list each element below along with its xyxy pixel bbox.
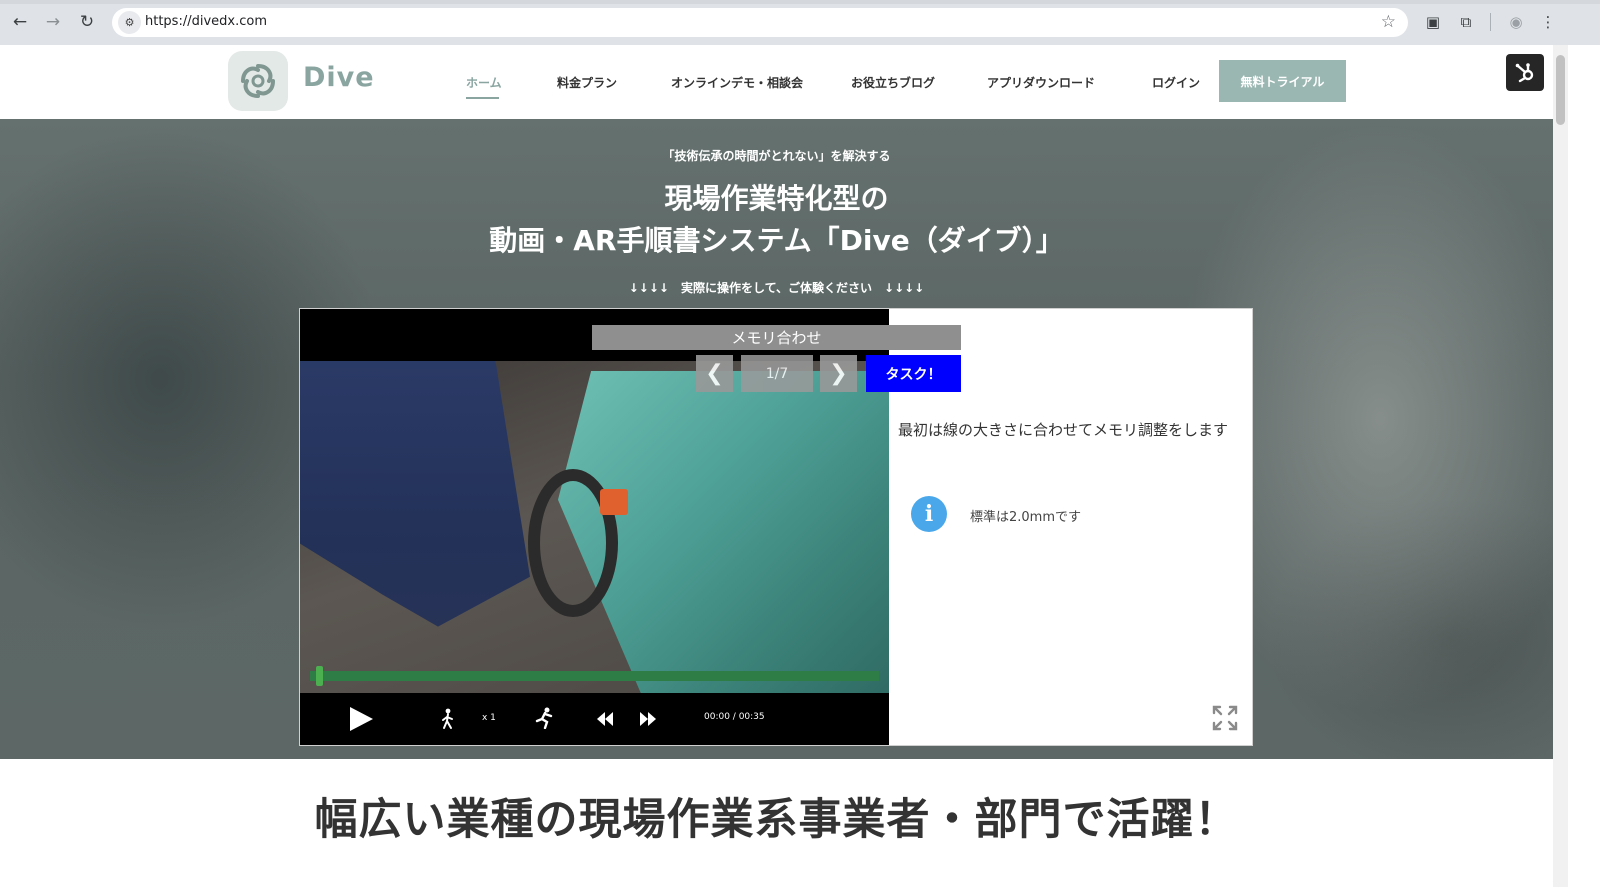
info-icon: i (911, 496, 947, 532)
page: Dive ホーム 料金プラン オンラインデモ・相談会 お役立ちブログ アプリダウ… (0, 45, 1553, 887)
toolbar-divider (1490, 13, 1491, 31)
fast-forward-icon[interactable] (637, 709, 659, 729)
video-progress-bar[interactable] (310, 671, 879, 681)
video-time: 00:00 / 00:35 (704, 712, 765, 722)
nav-online-demo[interactable]: オンラインデモ・相談会 (671, 74, 803, 91)
nav-home[interactable]: ホーム (466, 74, 502, 91)
extensions-icon[interactable]: ⧉ (1456, 12, 1476, 32)
forward-icon[interactable]: → (41, 10, 65, 34)
hero-title-line1: 現場作業特化型の (664, 182, 889, 215)
fullscreen-icon[interactable] (1211, 704, 1239, 732)
step-prev-button[interactable]: ❮ (696, 355, 733, 392)
hero-hint: ↓↓↓↓ 実際に操作をして、ご体験ください ↓↓↓↓ (628, 281, 925, 295)
video-controls: x 1 00:00 / 00:35 (300, 693, 889, 745)
step-title: メモリ合わせ (592, 325, 961, 350)
hero-eyebrow: 「技術伝承の時間がとれない」を解決する (662, 149, 891, 163)
video-progress-knob[interactable] (315, 666, 323, 686)
slow-walk-icon[interactable] (438, 707, 458, 731)
site-header: Dive ホーム 料金プラン オンラインデモ・相談会 お役立ちブログ アプリダウ… (0, 45, 1553, 119)
free-trial-button[interactable]: 無料トライアル (1219, 60, 1346, 102)
side-panel-gutter (1568, 45, 1600, 887)
reload-icon[interactable]: ↻ (75, 10, 99, 34)
chevron-right-icon: ❯ (829, 361, 848, 386)
page-scrollbar[interactable] (1553, 45, 1568, 887)
tab-search-icon[interactable]: ▣ (1423, 12, 1443, 32)
tab-strip (0, 0, 1600, 4)
browser-toolbar: ← → ↻ ⚙ https://divedx.com ☆ ▣ ⧉ ◉ ⋮ (0, 0, 1600, 45)
video-frame[interactable] (300, 361, 889, 693)
nav-app-download[interactable]: アプリダウンロード (987, 74, 1095, 91)
video-worker-figure (300, 361, 530, 627)
hero-section: 「技術伝承の時間がとれない」を解決する 現場作業特化型の 動画・AR手順書システ… (0, 119, 1553, 759)
rewind-icon[interactable] (594, 709, 616, 729)
scrollbar-thumb[interactable] (1556, 55, 1565, 125)
playback-speed[interactable]: x 1 (482, 713, 496, 723)
nav-blog[interactable]: お役立ちブログ (851, 74, 935, 91)
step-next-button[interactable]: ❯ (820, 355, 857, 392)
chevron-left-icon: ❮ (705, 361, 724, 386)
section-title: 幅広い業種の現場作業系事業者・部門で活躍！ (314, 795, 1239, 845)
menu-icon[interactable]: ⋮ (1538, 12, 1558, 32)
video-handle (600, 489, 628, 515)
hero-title-line2: 動画・AR手順書システム「Dive（ダイブ）」 (489, 224, 1064, 257)
demo-player-widget: x 1 00:00 / 00:35 メモリ合わせ ❮ 1/7 ❯ タスク！ 最初… (299, 308, 1253, 746)
profile-icon[interactable]: ◉ (1506, 12, 1526, 32)
back-icon[interactable]: ← (8, 10, 32, 34)
logo-swirl-icon[interactable] (228, 51, 288, 111)
step-description: 最初は線の大きさに合わせてメモリ調整をします (898, 421, 1229, 439)
info-text: 標準は2.0mmです (970, 510, 1082, 525)
nav-pricing[interactable]: 料金プラン (557, 74, 617, 91)
url-text[interactable]: https://divedx.com (145, 14, 267, 29)
address-bar[interactable]: ⚙ https://divedx.com ☆ (112, 8, 1408, 37)
nav-active-underline (466, 97, 499, 99)
bookmark-star-icon[interactable]: ☆ (1381, 12, 1396, 32)
hubspot-icon[interactable] (1506, 54, 1544, 91)
site-info-icon[interactable]: ⚙ (118, 11, 141, 34)
fast-run-icon[interactable] (532, 706, 556, 730)
step-counter: 1/7 (741, 355, 813, 392)
logo-text[interactable]: Dive (303, 62, 375, 93)
nav-login[interactable]: ログイン (1152, 74, 1200, 91)
play-icon[interactable] (346, 704, 376, 734)
task-button[interactable]: タスク！ (866, 355, 961, 392)
